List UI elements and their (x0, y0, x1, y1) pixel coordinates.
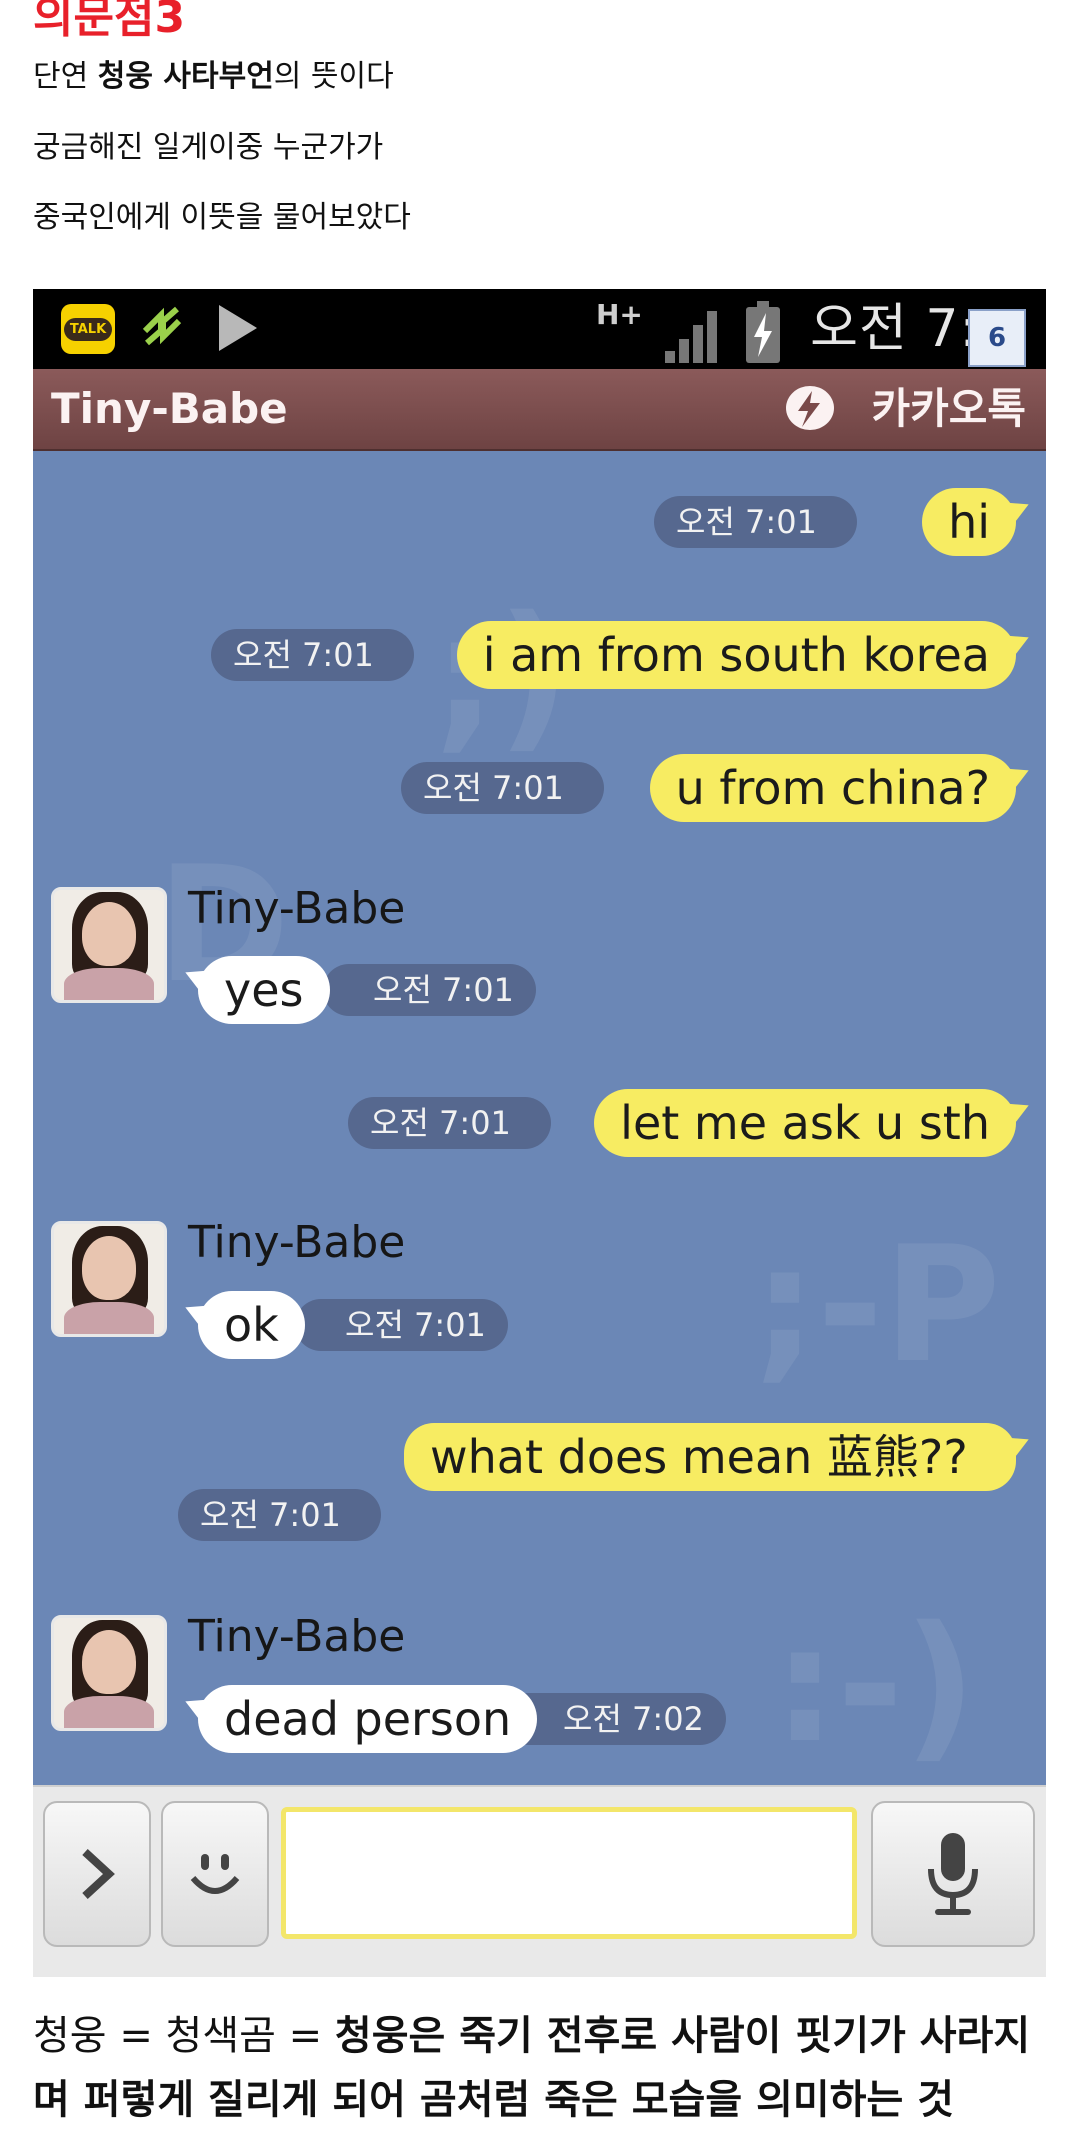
sender-name: Tiny-Babe (188, 1611, 406, 1662)
contact-avatar[interactable] (51, 1615, 167, 1731)
my-message-bubble[interactable]: hi (922, 488, 1016, 556)
message-time: 오전 7:01 (348, 1097, 551, 1149)
voice-button[interactable] (871, 1801, 1035, 1947)
bg-emoticon: :-) (773, 1591, 977, 1778)
their-message-bubble[interactable]: yes (198, 956, 330, 1024)
status-bar: TALK H+ 오전 7: 6 (33, 289, 1046, 369)
emoticon-button[interactable] (161, 1801, 269, 1947)
kakao-brand-icon (786, 386, 834, 430)
notification-badge: 6 (968, 309, 1026, 367)
paragraph-1-pre: 단연 (33, 59, 98, 94)
their-message-bubble[interactable]: dead person (198, 1685, 538, 1753)
network-hplus-icon: H+ (596, 298, 643, 331)
talk-icon-label: TALK (63, 317, 113, 341)
sync-arrows-icon (139, 303, 185, 362)
paragraph-2: 궁금해진 일게이중 누군가가 (33, 130, 384, 165)
page-heading: 의문점3 (33, 0, 186, 43)
kakaotalk-icon: TALK (61, 304, 115, 354)
paragraph-1-post: 의 뜻이다 (273, 59, 394, 94)
footer-text: 청웅 = 청색곰 = 청웅은 죽기 전후로 사람이 핏기가 사라지며 퍼렇게 질… (33, 2004, 1043, 2132)
signal-icon (663, 307, 723, 369)
message-time: 오전 7:01 (654, 496, 857, 548)
footer-plain: 청웅 = 청색곰 = (33, 2013, 335, 2059)
message-time: 오전 7:01 (295, 1299, 508, 1351)
chat-screenshot: TALK H+ 오전 7: 6 Tiny-Babe 카카오톡 ;D ;-P:-… (33, 289, 1046, 1977)
microphone-icon (928, 1833, 978, 1915)
chat-title-bar: Tiny-Babe 카카오톡 (33, 369, 1046, 451)
paragraph-3: 중국인에게 이뜻을 물어보았다 (33, 200, 411, 235)
play-icon (215, 303, 259, 366)
expand-button[interactable] (43, 1801, 151, 1947)
emoticon-icon (190, 1854, 240, 1894)
my-message-bubble[interactable]: u from china? (649, 754, 1016, 822)
message-time: 오전 7:01 (401, 762, 604, 814)
message-time: 오전 7:01 (323, 964, 536, 1016)
sender-name: Tiny-Babe (188, 1217, 406, 1268)
contact-avatar[interactable] (51, 887, 167, 1003)
message-input[interactable] (281, 1807, 857, 1939)
message-input-bar (33, 1785, 1046, 1977)
my-message-bubble[interactable]: what does mean 蓝熊?? (404, 1423, 1016, 1491)
app-name: 카카오톡 (871, 384, 1026, 433)
message-time: 오전 7:01 (211, 629, 414, 681)
contact-avatar[interactable] (51, 1221, 167, 1337)
status-clock: 오전 7: (810, 299, 978, 359)
expand-arrow-icon (82, 1849, 115, 1899)
contact-name: Tiny-Babe (51, 384, 288, 433)
my-message-bubble[interactable]: let me ask u sth (594, 1089, 1016, 1157)
battery-charging-icon (746, 301, 780, 363)
bg-emoticon: ;-P (753, 1211, 1001, 1398)
paragraph-1: 단연 청웅 사타부언의 뜻이다 (33, 57, 394, 97)
my-message-bubble[interactable]: i am from south korea (456, 621, 1016, 689)
their-message-bubble[interactable]: ok (198, 1291, 305, 1359)
chat-area[interactable]: ;) ;D ;-P :-) 오전 7:01 hi 오전 7:01 i am fr… (33, 451, 1046, 1785)
paragraph-1-bold: 청웅 사타부언 (97, 59, 274, 94)
sender-name: Tiny-Babe (188, 883, 406, 934)
message-time: 오전 7:01 (178, 1489, 381, 1541)
